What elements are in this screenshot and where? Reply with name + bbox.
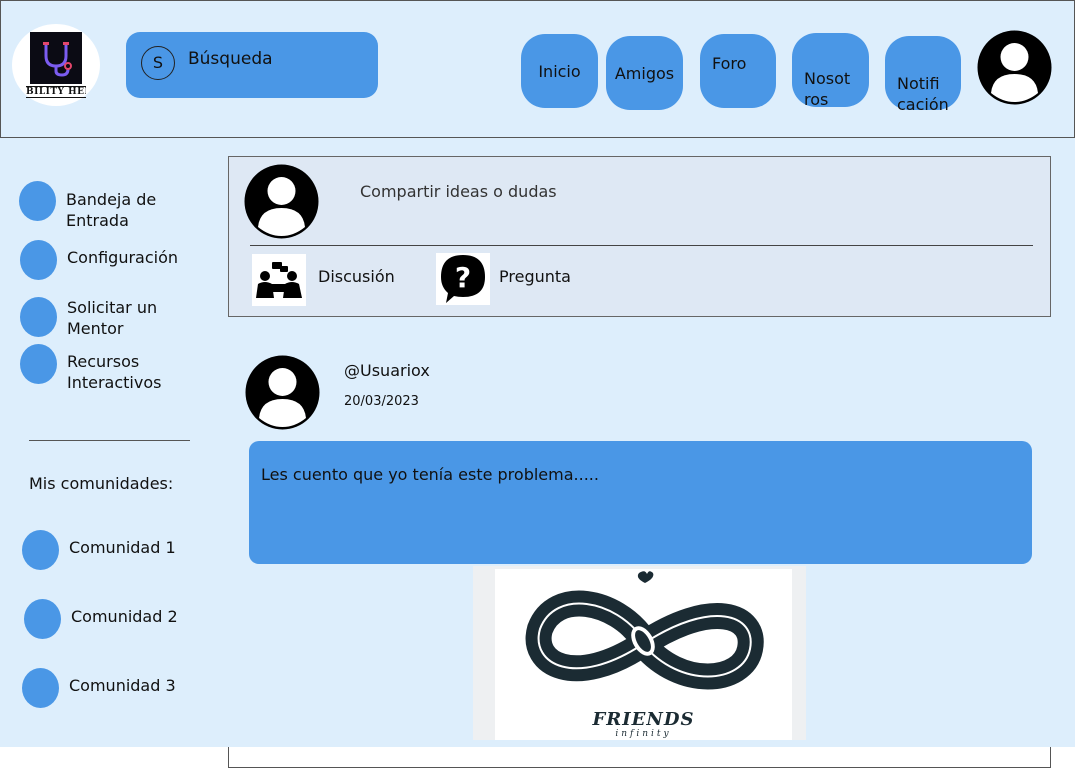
logo-text: BILITY HEL	[26, 86, 86, 98]
nav-amigos-button[interactable]: Amigos	[606, 36, 683, 110]
infinity-logo-icon	[525, 571, 764, 690]
discussion-button[interactable]: Discusión	[318, 267, 395, 286]
nav-inicio-button[interactable]: Inicio	[521, 34, 598, 108]
search-label: Búsqueda	[188, 49, 273, 69]
sidebar-community-1[interactable]: Comunidad 1	[69, 537, 176, 558]
inbox-icon[interactable]	[19, 181, 56, 221]
nav-label: Foro	[712, 54, 747, 73]
sidebar-item-inbox[interactable]: Bandeja de Entrada	[66, 189, 156, 231]
sidebar-divider	[29, 440, 190, 441]
sidebar-community-2[interactable]: Comunidad 2	[71, 606, 178, 627]
app-logo[interactable]: BILITY HEL	[12, 24, 100, 106]
post-image[interactable]: FRIENDS infinity	[473, 566, 806, 740]
community-icon[interactable]	[22, 530, 59, 570]
post-username[interactable]: @Usuariox	[344, 361, 430, 380]
community-icon[interactable]	[24, 599, 61, 639]
settings-icon[interactable]	[20, 240, 57, 280]
question-icon[interactable]: ?	[436, 253, 490, 305]
top-navbar: BILITY HEL S Búsqueda Inicio Amigos Foro…	[0, 0, 1075, 138]
image-title: FRIENDS	[592, 709, 695, 730]
post-composer: Compartir ideas o dudas Discusión ? Preg…	[228, 156, 1051, 317]
composer-divider	[250, 245, 1033, 246]
user-avatar-icon	[244, 164, 319, 239]
post-text: Les cuento que yo tenía este problema...…	[261, 465, 599, 484]
sidebar-item-resources[interactable]: Recursos Interactivos	[67, 351, 161, 393]
discussion-icon[interactable]	[252, 254, 306, 306]
composer-input[interactable]: Compartir ideas o dudas	[360, 182, 557, 201]
search-icon[interactable]: S	[141, 46, 175, 80]
sidebar-item-settings[interactable]: Configuración	[67, 247, 178, 268]
post-body: Les cuento que yo tenía este problema...…	[249, 441, 1032, 564]
stethoscope-icon	[30, 32, 82, 84]
nav-label: Nosot ros	[804, 69, 851, 109]
profile-avatar-icon[interactable]	[977, 30, 1052, 105]
sidebar-community-3[interactable]: Comunidad 3	[69, 675, 176, 696]
mentor-icon[interactable]	[20, 297, 57, 337]
nav-notificacion-button[interactable]: Notifi cación	[885, 36, 961, 114]
feed-bottom-frame	[228, 747, 1051, 768]
nav-label: Amigos	[614, 63, 675, 83]
question-button[interactable]: Pregunta	[499, 267, 571, 286]
nav-label: Inicio	[538, 61, 581, 81]
nav-foro-button[interactable]: Foro	[700, 34, 776, 108]
search-bar[interactable]: S Búsqueda	[126, 32, 378, 98]
sidebar-item-mentor[interactable]: Solicitar un Mentor	[67, 297, 157, 339]
communities-title: Mis comunidades:	[29, 474, 174, 493]
nav-label: Notifi cación	[897, 74, 949, 114]
post-author-avatar-icon[interactable]	[245, 355, 320, 430]
resources-icon[interactable]	[20, 344, 57, 384]
post-date: 20/03/2023	[344, 394, 419, 409]
nav-nosotros-button[interactable]: Nosot ros	[792, 33, 869, 109]
friends-infinity-logo: FRIENDS infinity	[495, 569, 792, 740]
community-icon[interactable]	[22, 668, 59, 708]
svg-text:?: ?	[455, 261, 471, 294]
image-subtitle: infinity	[615, 729, 672, 739]
